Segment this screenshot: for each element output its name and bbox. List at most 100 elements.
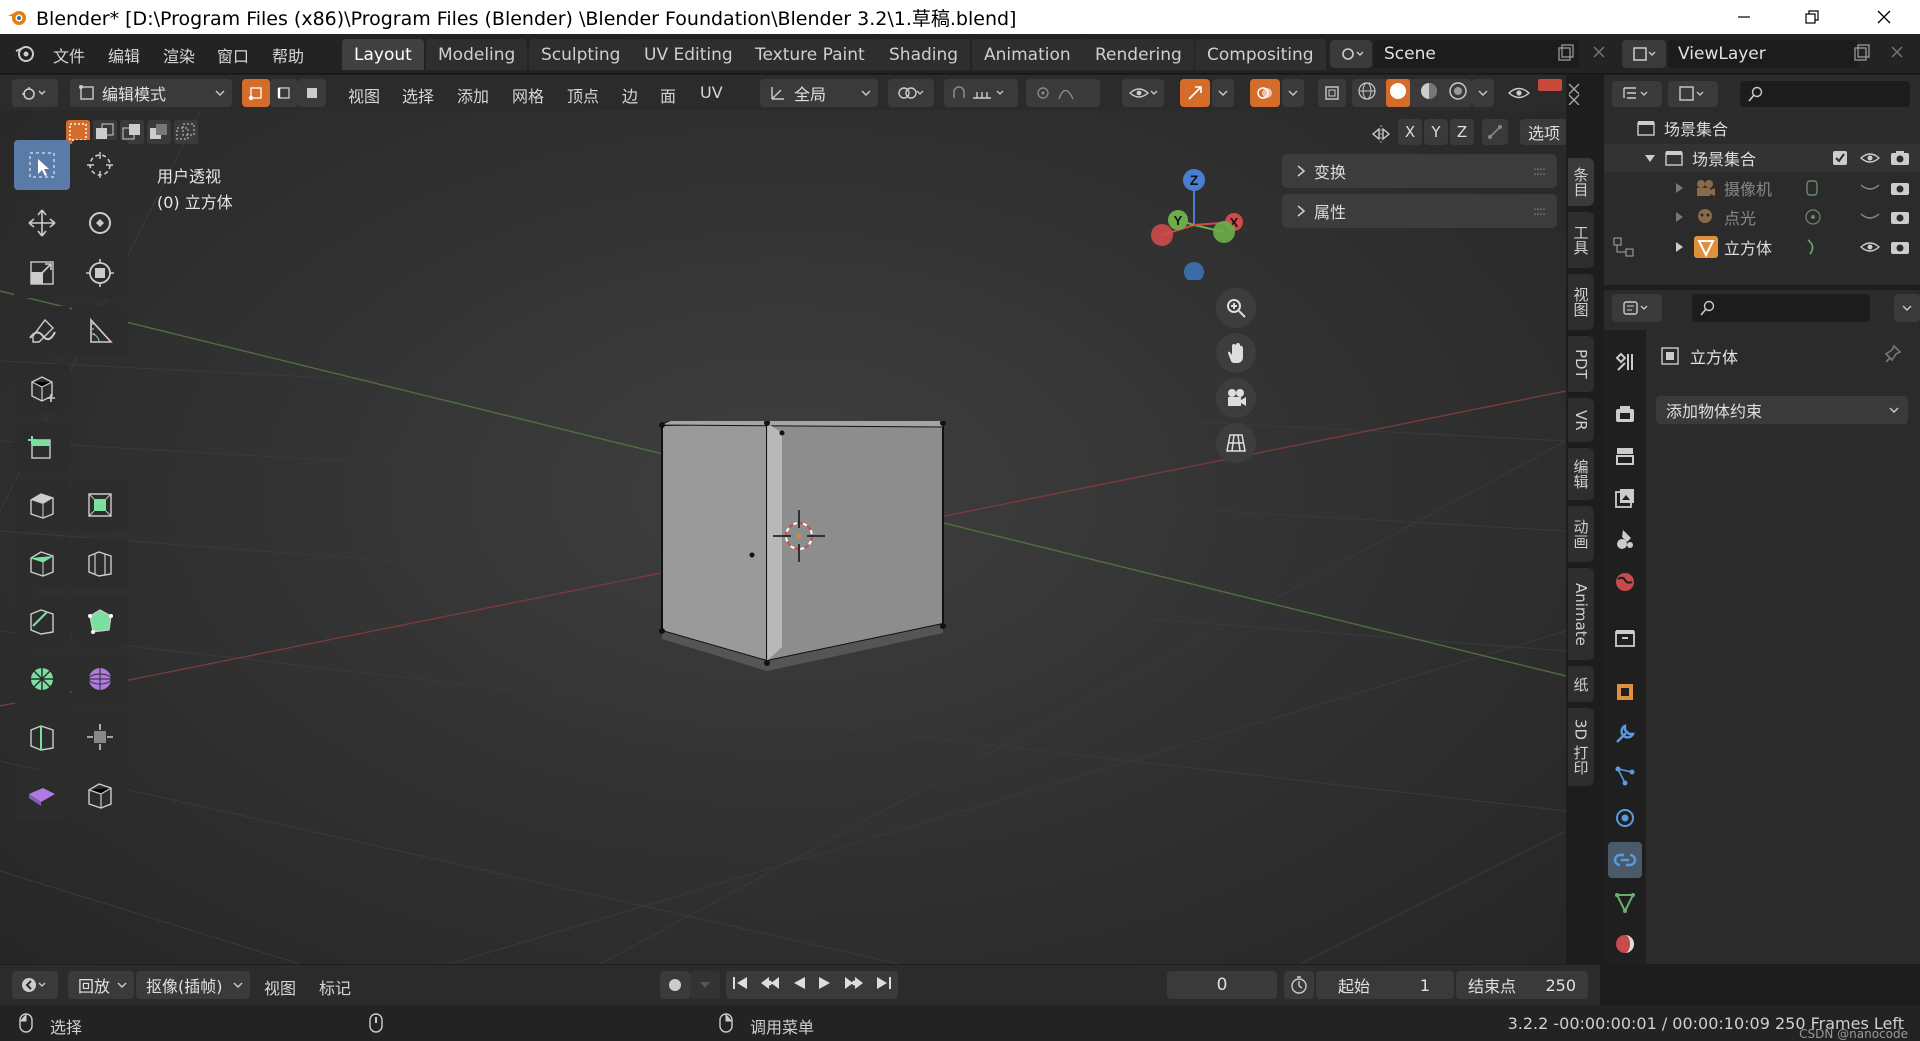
outliner-row-light[interactable]: 点光 [1604,203,1920,231]
proportional-edit-button[interactable] [1026,79,1100,107]
loop-cut-tool[interactable] [72,538,128,588]
tab-modeling[interactable]: Modeling [426,39,528,70]
sidebar-tab-vr[interactable]: VR [1568,398,1594,442]
tab-compositing[interactable]: Compositing [1195,39,1326,70]
world-properties-icon[interactable] [1608,564,1642,600]
new-view-layer-icon[interactable] [1852,43,1872,67]
outliner-editor-type-button[interactable] [1612,81,1662,107]
overlays-dropdown-button[interactable] [1282,79,1304,107]
view-layer-properties-icon[interactable] [1608,480,1642,516]
render-properties-icon[interactable] [1608,396,1642,432]
menu-edge[interactable]: 边 [622,83,638,107]
add-object-constraint-dropdown[interactable]: 添加物体约束 [1656,396,1908,424]
render-camera-icon[interactable] [1890,150,1910,166]
menu-vertex[interactable]: 顶点 [567,83,599,107]
sidebar-tab-edit[interactable]: 编辑 [1568,448,1594,500]
menu-file[interactable]: 文件 [53,43,85,67]
outliner-row-camera[interactable]: 摄像机 [1604,174,1920,202]
outliner-display-mode-button[interactable] [1668,81,1718,107]
edge-select-button[interactable] [270,79,298,107]
delete-view-layer-icon[interactable] [1888,43,1906,65]
edge-slide-tool[interactable] [14,712,70,762]
tab-layout[interactable]: Layout [342,39,424,70]
outliner-row-cube[interactable]: 立方体 [1604,233,1920,261]
axis-gizmo[interactable]: Z X Y [1134,160,1254,280]
end-frame-field[interactable]: 结束点 250 [1456,971,1588,999]
close-window-button[interactable] [1856,0,1912,34]
drag-handle-icon[interactable]: :::: [1533,164,1546,178]
view-layer-browse-button[interactable] [1622,40,1666,68]
area-close-icon[interactable] [1566,81,1582,109]
sidebar-tab-view[interactable]: 视图 [1568,274,1594,330]
menu-face[interactable]: 面 [660,83,676,107]
view-layer-name-field[interactable]: ViewLayer [1668,40,1858,68]
tab-shading[interactable]: Shading [877,39,971,70]
smooth-tool[interactable] [72,654,128,704]
menu-help[interactable]: 帮助 [272,43,304,67]
transform-orientation-select[interactable]: 全局 [760,79,878,107]
options-dropdown[interactable]: 选项 [1520,119,1566,145]
tool-settings-icon[interactable] [1608,344,1642,380]
object-properties-icon[interactable] [1608,674,1642,710]
add-cube-tool[interactable] [14,364,70,414]
play-reverse-icon[interactable] [791,975,807,995]
shear-tool[interactable] [14,770,70,820]
solid-shading-icon[interactable] [1385,79,1410,107]
extrude-region-tool[interactable] [14,422,70,472]
move-tool[interactable] [14,198,70,248]
menu-mesh[interactable]: 网格 [512,83,544,107]
outliner-row-collection[interactable]: 场景集合 [1604,144,1920,172]
mirror-x-button[interactable]: X [1398,119,1422,145]
menu-edit[interactable]: 编辑 [108,43,140,67]
eye-icon[interactable] [1860,239,1880,255]
wireframe-shading-icon[interactable] [1357,81,1377,105]
sidebar-tab-animation[interactable]: 动画 [1568,506,1594,562]
output-properties-icon[interactable] [1608,438,1642,474]
pivot-point-button[interactable] [888,79,934,107]
constraint-properties-icon[interactable] [1608,842,1642,878]
menu-render[interactable]: 渲染 [163,43,195,67]
area-minus-icon[interactable] [1538,79,1562,91]
modifier-properties-icon[interactable] [1608,716,1642,752]
collection-properties-icon[interactable] [1608,620,1642,656]
topology-mirror-button[interactable] [1482,119,1508,145]
start-frame-field[interactable]: 起始 1 [1316,971,1454,999]
auto-keying-button[interactable] [660,971,690,999]
cursor-tool[interactable] [72,140,128,190]
viewport-eye-icon[interactable] [1507,84,1531,106]
properties-search-input[interactable] [1692,294,1870,322]
camera-data-icon[interactable] [1804,179,1820,197]
jump-keyframe-forward-icon[interactable] [843,975,865,995]
blender-menu-icon[interactable] [14,42,36,68]
outliner-row-scene-collection[interactable]: 场景集合 [1604,114,1920,142]
tab-animation[interactable]: Animation [972,39,1083,70]
pan-hand-icon[interactable] [1216,333,1256,373]
gizmo-dropdown-button[interactable] [1212,79,1234,107]
transform-tool[interactable] [72,248,128,298]
properties-options-button[interactable] [1894,294,1920,322]
gizmo-toggle-button[interactable] [1180,79,1210,107]
menu-select[interactable]: 选择 [402,83,434,107]
eye-closed-icon[interactable] [1860,212,1880,222]
knife-tool[interactable] [14,596,70,646]
zoom-icon[interactable] [1216,288,1256,328]
keying-dropdown[interactable]: 抠像(插帧) [136,971,250,999]
sidebar-tab-paper[interactable]: 纸 [1568,666,1594,702]
bevel-tool[interactable] [14,538,70,588]
tab-rendering[interactable]: Rendering [1083,39,1194,70]
preview-range-button[interactable] [1284,971,1314,999]
delete-scene-icon[interactable] [1590,43,1608,65]
jump-end-icon[interactable] [875,975,893,995]
jump-start-icon[interactable] [731,975,749,995]
spin-tool[interactable] [14,654,70,704]
face-select-button[interactable] [298,79,326,107]
snap-button[interactable] [944,79,1018,107]
select-box-tool[interactable] [14,140,70,190]
tab-uv-editing[interactable]: UV Editing [632,39,745,70]
shrink-fatten-tool[interactable] [72,712,128,762]
sidebar-tab-pdt[interactable]: PDT [1568,336,1594,392]
jump-keyframe-back-icon[interactable] [759,975,781,995]
poly-build-tool[interactable] [72,596,128,646]
properties-panel-header[interactable]: 属性 :::: [1282,194,1557,228]
tab-texture-paint[interactable]: Texture Paint [743,39,877,70]
